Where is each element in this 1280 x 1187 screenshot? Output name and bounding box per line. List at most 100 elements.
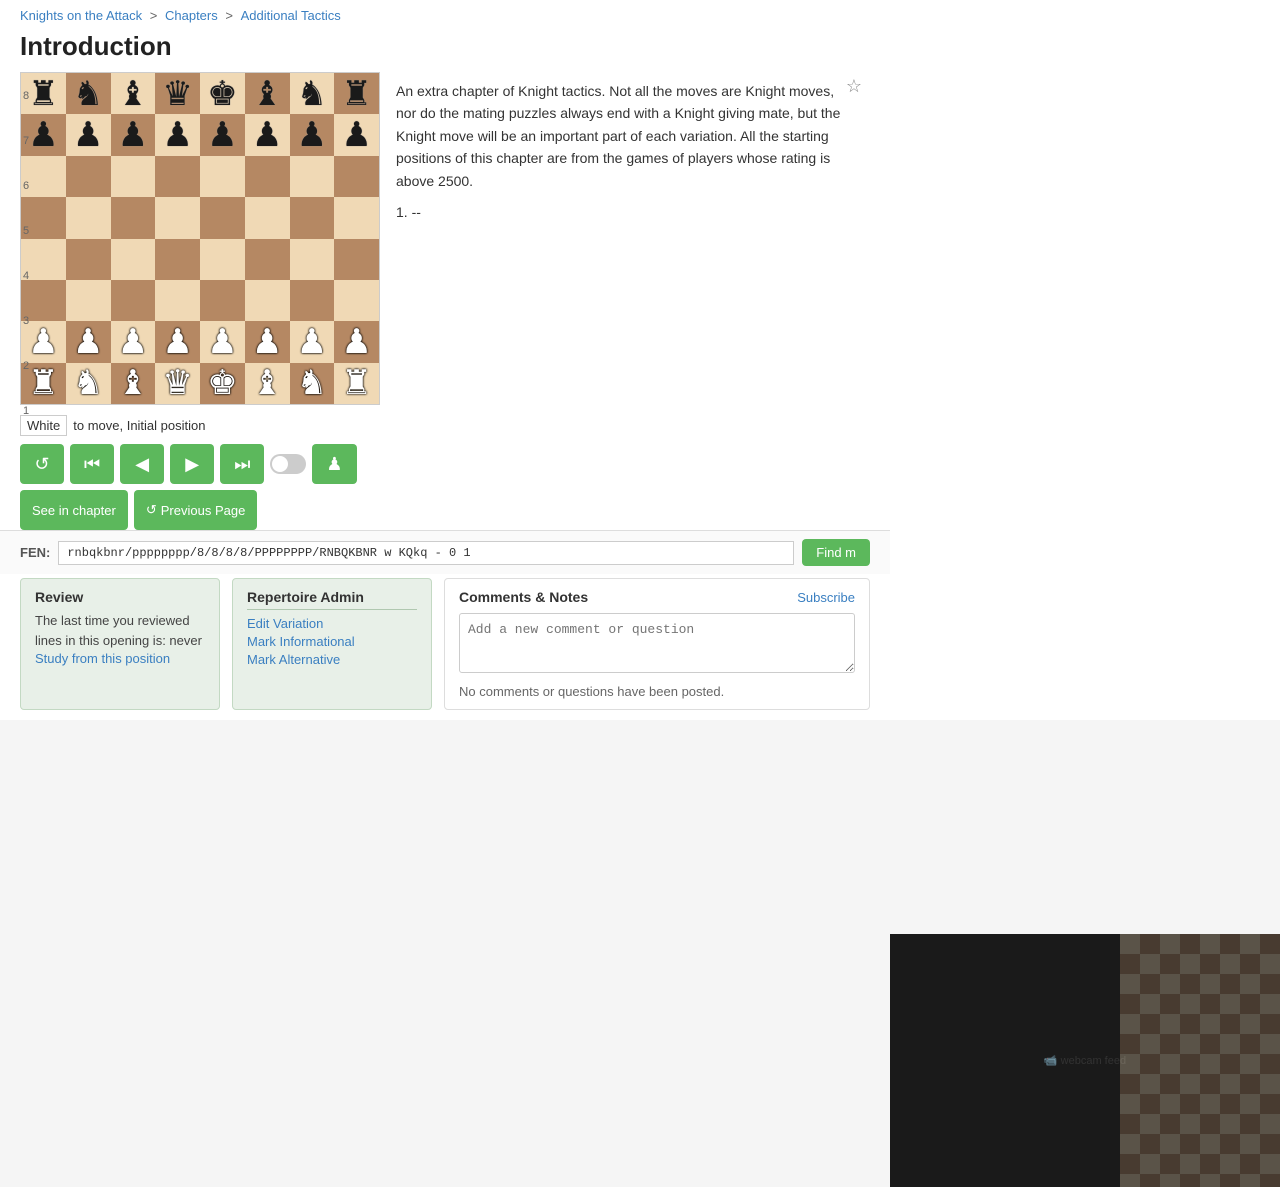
next-move-button[interactable]: ▶ <box>170 444 214 484</box>
reset-button[interactable]: ↺ <box>20 444 64 484</box>
piece-wN-7-1: ♞ <box>73 366 103 400</box>
breadcrumb-link-2[interactable]: Chapters <box>165 8 218 23</box>
square-3-6[interactable] <box>290 197 335 238</box>
previous-page-button[interactable]: ↺ Previous Page <box>134 490 257 530</box>
chess-board[interactable]: ♜♞♝♛♚♝♞♜♟♟♟♟♟♟♟♟♟♟♟♟♟♟♟♟♜♞♝♛♚♝♞♜ <box>21 73 379 404</box>
square-1-6[interactable]: ♟ <box>290 114 335 155</box>
square-1-4[interactable]: ♟ <box>200 114 245 155</box>
previous-page-icon: ↺ <box>146 502 157 518</box>
square-6-1[interactable]: ♟ <box>66 321 111 362</box>
square-4-5[interactable] <box>245 239 290 280</box>
square-2-0[interactable] <box>21 156 66 197</box>
subscribe-button[interactable]: Subscribe <box>797 590 855 605</box>
square-4-7[interactable] <box>334 239 379 280</box>
breadcrumb-link-1[interactable]: Knights on the Attack <box>20 8 142 23</box>
left-panel: ♜♞♝♛♚♝♞♜♟♟♟♟♟♟♟♟♟♟♟♟♟♟♟♟♜♞♝♛♚♝♞♜ 8 7 6 5… <box>20 72 380 530</box>
switch[interactable] <box>270 454 306 474</box>
square-5-2[interactable] <box>111 280 156 321</box>
square-3-4[interactable] <box>200 197 245 238</box>
square-1-2[interactable]: ♟ <box>111 114 156 155</box>
board-icon-button[interactable]: ♟ <box>312 444 356 484</box>
square-0-1[interactable]: ♞ <box>66 73 111 114</box>
square-6-7[interactable]: ♟ <box>334 321 379 362</box>
square-6-0[interactable]: ♟ <box>21 321 66 362</box>
square-2-2[interactable] <box>111 156 156 197</box>
first-move-button[interactable]: ⏮ <box>70 444 114 484</box>
find-button[interactable]: Find m <box>802 539 870 566</box>
square-4-0[interactable] <box>21 239 66 280</box>
square-1-0[interactable]: ♟ <box>21 114 66 155</box>
breadcrumb: Knights on the Attack > Chapters > Addit… <box>0 0 890 27</box>
edit-variation-link[interactable]: Edit Variation <box>247 616 417 631</box>
square-7-3[interactable]: ♛ <box>155 363 200 404</box>
last-move-button[interactable]: ⏭ <box>220 444 264 484</box>
square-7-1[interactable]: ♞ <box>66 363 111 404</box>
square-3-7[interactable] <box>334 197 379 238</box>
square-0-0[interactable]: ♜ <box>21 73 66 114</box>
square-4-1[interactable] <box>66 239 111 280</box>
piece-wB-7-5: ♝ <box>252 366 282 400</box>
square-7-7[interactable]: ♜ <box>334 363 379 404</box>
square-4-2[interactable] <box>111 239 156 280</box>
square-3-2[interactable] <box>111 197 156 238</box>
square-7-6[interactable]: ♞ <box>290 363 335 404</box>
square-6-3[interactable]: ♟ <box>155 321 200 362</box>
square-3-3[interactable] <box>155 197 200 238</box>
square-4-3[interactable] <box>155 239 200 280</box>
breadcrumb-link-3[interactable]: Additional Tactics <box>241 8 341 23</box>
square-1-1[interactable]: ♟ <box>66 114 111 155</box>
square-2-5[interactable] <box>245 156 290 197</box>
mark-alternative-link[interactable]: Mark Alternative <box>247 652 417 667</box>
square-7-5[interactable]: ♝ <box>245 363 290 404</box>
square-3-1[interactable] <box>66 197 111 238</box>
comment-input[interactable] <box>459 613 855 673</box>
square-0-5[interactable]: ♝ <box>245 73 290 114</box>
square-3-5[interactable] <box>245 197 290 238</box>
piece-bN-0-1: ♞ <box>73 77 103 111</box>
see-in-chapter-button[interactable]: See in chapter <box>20 490 128 530</box>
square-5-3[interactable] <box>155 280 200 321</box>
square-6-5[interactable]: ♟ <box>245 321 290 362</box>
square-6-6[interactable]: ♟ <box>290 321 335 362</box>
square-4-4[interactable] <box>200 239 245 280</box>
square-0-4[interactable]: ♚ <box>200 73 245 114</box>
study-link[interactable]: Study from this position <box>35 651 170 666</box>
square-0-2[interactable]: ♝ <box>111 73 156 114</box>
prev-move-button[interactable]: ◀ <box>120 444 164 484</box>
square-6-2[interactable]: ♟ <box>111 321 156 362</box>
square-2-3[interactable] <box>155 156 200 197</box>
square-5-0[interactable] <box>21 280 66 321</box>
chess-board-container: ♜♞♝♛♚♝♞♜♟♟♟♟♟♟♟♟♟♟♟♟♟♟♟♟♜♞♝♛♚♝♞♜ 8 7 6 5… <box>20 72 380 405</box>
square-0-6[interactable]: ♞ <box>290 73 335 114</box>
square-2-6[interactable] <box>290 156 335 197</box>
square-5-7[interactable] <box>334 280 379 321</box>
right-panel[interactable]: ☆ An extra chapter of Knight tactics. No… <box>396 72 870 492</box>
square-5-4[interactable] <box>200 280 245 321</box>
piece-wP-6-2: ♟ <box>118 325 148 359</box>
position-text: to move, Initial position <box>73 418 205 433</box>
fen-label: FEN: <box>20 545 50 560</box>
square-5-1[interactable] <box>66 280 111 321</box>
square-1-3[interactable]: ♟ <box>155 114 200 155</box>
square-7-2[interactable]: ♝ <box>111 363 156 404</box>
square-0-7[interactable]: ♜ <box>334 73 379 114</box>
square-1-7[interactable]: ♟ <box>334 114 379 155</box>
square-5-6[interactable] <box>290 280 335 321</box>
square-7-0[interactable]: ♜ <box>21 363 66 404</box>
square-3-0[interactable] <box>21 197 66 238</box>
mark-informational-link[interactable]: Mark Informational <box>247 634 417 649</box>
piece-wN-7-6: ♞ <box>297 366 327 400</box>
square-2-1[interactable] <box>66 156 111 197</box>
square-2-7[interactable] <box>334 156 379 197</box>
square-1-5[interactable]: ♟ <box>245 114 290 155</box>
square-4-6[interactable] <box>290 239 335 280</box>
fen-input[interactable] <box>58 541 794 565</box>
toggle-switch[interactable] <box>270 454 306 474</box>
piece-bB-0-5: ♝ <box>252 77 282 111</box>
star-button[interactable]: ☆ <box>846 76 862 97</box>
square-0-3[interactable]: ♛ <box>155 73 200 114</box>
square-6-4[interactable]: ♟ <box>200 321 245 362</box>
square-5-5[interactable] <box>245 280 290 321</box>
square-2-4[interactable] <box>200 156 245 197</box>
square-7-4[interactable]: ♚ <box>200 363 245 404</box>
